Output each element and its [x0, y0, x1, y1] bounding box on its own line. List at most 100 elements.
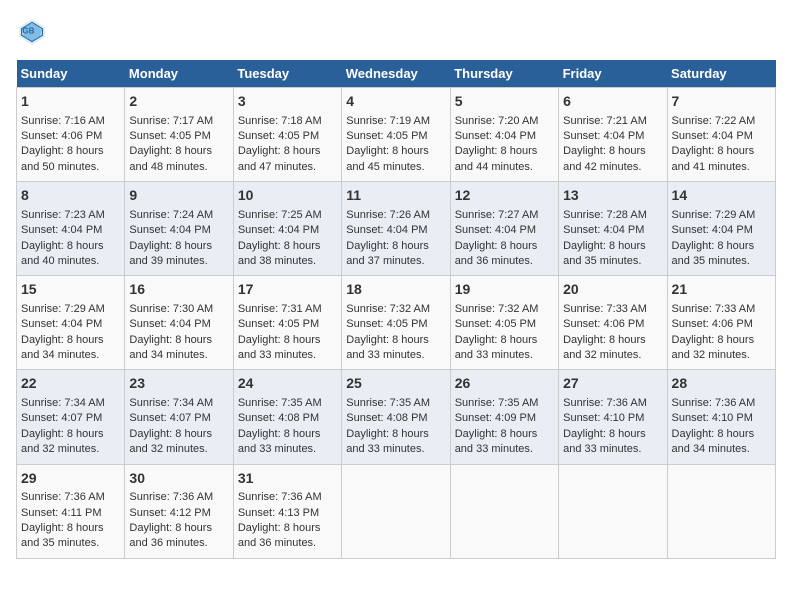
daylight: Daylight: 8 hours and 36 minutes.: [129, 522, 212, 549]
logo-icon: GB: [16, 16, 48, 48]
day-number: 17: [238, 280, 337, 300]
day-number: 5: [455, 92, 554, 112]
sunset: Sunset: 4:04 PM: [563, 130, 644, 142]
sunset: Sunset: 4:08 PM: [238, 412, 319, 424]
column-header-friday: Friday: [559, 60, 667, 88]
day-number: 21: [672, 280, 771, 300]
calendar-cell: 14Sunrise: 7:29 AMSunset: 4:04 PMDayligh…: [667, 182, 775, 276]
daylight: Daylight: 8 hours and 33 minutes.: [346, 334, 429, 361]
sunrise: Sunrise: 7:31 AM: [238, 303, 322, 315]
calendar-cell: 26Sunrise: 7:35 AMSunset: 4:09 PMDayligh…: [450, 370, 558, 464]
sunset: Sunset: 4:04 PM: [21, 224, 102, 236]
sunset: Sunset: 4:06 PM: [563, 318, 644, 330]
calendar-cell: 5Sunrise: 7:20 AMSunset: 4:04 PMDaylight…: [450, 88, 558, 182]
day-number: 23: [129, 374, 228, 394]
sunset: Sunset: 4:09 PM: [455, 412, 536, 424]
calendar-cell: 22Sunrise: 7:34 AMSunset: 4:07 PMDayligh…: [17, 370, 125, 464]
sunrise: Sunrise: 7:35 AM: [455, 397, 539, 409]
daylight: Daylight: 8 hours and 32 minutes.: [21, 428, 104, 455]
daylight: Daylight: 8 hours and 34 minutes.: [129, 334, 212, 361]
day-number: 16: [129, 280, 228, 300]
sunrise: Sunrise: 7:29 AM: [21, 303, 105, 315]
day-number: 27: [563, 374, 662, 394]
calendar-cell: 28Sunrise: 7:36 AMSunset: 4:10 PMDayligh…: [667, 370, 775, 464]
day-number: 13: [563, 186, 662, 206]
day-number: 12: [455, 186, 554, 206]
sunrise: Sunrise: 7:36 AM: [129, 491, 213, 503]
day-number: 15: [21, 280, 120, 300]
day-number: 2: [129, 92, 228, 112]
daylight: Daylight: 8 hours and 32 minutes.: [672, 334, 755, 361]
daylight: Daylight: 8 hours and 33 minutes.: [346, 428, 429, 455]
calendar-cell: 27 Sunrise: 7:36 AM Sunset: 4:10 PM Dayligh…: [559, 370, 667, 464]
sunset: Sunset: 4:04 PM: [563, 224, 644, 236]
sunset: Sunset: 4:06 PM: [672, 318, 753, 330]
sunrise: Sunrise: 7:32 AM: [346, 303, 430, 315]
calendar-cell: 31Sunrise: 7:36 AMSunset: 4:13 PMDayligh…: [233, 464, 341, 558]
sunset: Sunset: 4:04 PM: [455, 224, 536, 236]
daylight: Daylight: 8 hours and 36 minutes.: [238, 522, 321, 549]
day-number: 1: [21, 92, 120, 112]
daylight: Daylight: 8 hours and 33 minutes.: [563, 428, 646, 455]
sunset: Sunset: 4:04 PM: [672, 130, 753, 142]
daylight: Daylight: 8 hours and 35 minutes.: [563, 240, 646, 267]
sunset: Sunset: 4:04 PM: [672, 224, 753, 236]
day-number: 20: [563, 280, 662, 300]
column-header-monday: Monday: [125, 60, 233, 88]
calendar-cell: 6Sunrise: 7:21 AMSunset: 4:04 PMDaylight…: [559, 88, 667, 182]
sunset: Sunset: 4:05 PM: [455, 318, 536, 330]
day-number: 28: [672, 374, 771, 394]
sunrise: Sunrise: 7:28 AM: [563, 209, 647, 221]
sunrise: Sunrise: 7:36 AM: [672, 397, 756, 409]
daylight: Daylight: 8 hours and 38 minutes.: [238, 240, 321, 267]
sunset: Sunset: 4:10 PM: [563, 412, 644, 424]
sunset: Sunset: 4:05 PM: [129, 130, 210, 142]
sunset: Sunset: 4:04 PM: [346, 224, 427, 236]
sunset: Sunset: 4:04 PM: [238, 224, 319, 236]
calendar-cell: 4Sunrise: 7:19 AMSunset: 4:05 PMDaylight…: [342, 88, 450, 182]
sunset: Sunset: 4:07 PM: [21, 412, 102, 424]
sunrise: Sunrise: 7:30 AM: [129, 303, 213, 315]
sunset: Sunset: 4:05 PM: [346, 130, 427, 142]
sunrise: Sunrise: 7:36 AM: [238, 491, 322, 503]
day-number: 18: [346, 280, 445, 300]
calendar-cell: 24Sunrise: 7:35 AMSunset: 4:08 PMDayligh…: [233, 370, 341, 464]
sunset: Sunset: 4:06 PM: [21, 130, 102, 142]
daylight: Daylight: 8 hours and 36 minutes.: [455, 240, 538, 267]
calendar-cell: 23Sunrise: 7:34 AMSunset: 4:07 PMDayligh…: [125, 370, 233, 464]
sunrise: Sunrise: 7:36 AM: [563, 397, 647, 409]
day-number: 19: [455, 280, 554, 300]
sunset: Sunset: 4:04 PM: [129, 224, 210, 236]
day-number: 8: [21, 186, 120, 206]
calendar-cell: 30Sunrise: 7:36 AMSunset: 4:12 PMDayligh…: [125, 464, 233, 558]
calendar-cell: 25Sunrise: 7:35 AMSunset: 4:08 PMDayligh…: [342, 370, 450, 464]
calendar-cell: 16 Sunrise: 7:30 AM Sunset: 4:04 PM Dayligh…: [125, 276, 233, 370]
day-number: 22: [21, 374, 120, 394]
day-number: 6: [563, 92, 662, 112]
sunset: Sunset: 4:05 PM: [238, 318, 319, 330]
daylight: Daylight: 8 hours and 37 minutes.: [346, 240, 429, 267]
sunset: Sunset: 4:04 PM: [129, 318, 210, 330]
daylight: Daylight: 8 hours and 44 minutes.: [455, 145, 538, 172]
daylight: Daylight: 8 hours and 32 minutes.: [563, 334, 646, 361]
calendar-table: SundayMondayTuesdayWednesdayThursdayFrid…: [16, 60, 776, 559]
column-header-wednesday: Wednesday: [342, 60, 450, 88]
calendar-cell: 18Sunrise: 7:32 AMSunset: 4:05 PMDayligh…: [342, 276, 450, 370]
week-row-1: 1Sunrise: 7:16 AMSunset: 4:06 PMDaylight…: [17, 88, 776, 182]
daylight: Daylight: 8 hours and 40 minutes.: [21, 240, 104, 267]
sunset: Sunset: 4:10 PM: [672, 412, 753, 424]
calendar-cell: [667, 464, 775, 558]
daylight: Daylight: 8 hours and 39 minutes.: [129, 240, 212, 267]
calendar-cell: 9Sunrise: 7:24 AMSunset: 4:04 PMDaylight…: [125, 182, 233, 276]
sunrise: Sunrise: 7:36 AM: [21, 491, 105, 503]
day-number: 11: [346, 186, 445, 206]
sunrise: Sunrise: 7:34 AM: [129, 397, 213, 409]
sunrise: Sunrise: 7:26 AM: [346, 209, 430, 221]
sunset: Sunset: 4:13 PM: [238, 507, 319, 519]
sunrise: Sunrise: 7:19 AM: [346, 115, 430, 127]
sunrise: Sunrise: 7:35 AM: [238, 397, 322, 409]
logo: GB: [16, 16, 52, 48]
week-row-4: 22 Sunrise: 7:34 AM Sunset: 4:07 PM Dayligh…: [17, 370, 776, 464]
day-number: 4: [346, 92, 445, 112]
calendar-cell: [450, 464, 558, 558]
